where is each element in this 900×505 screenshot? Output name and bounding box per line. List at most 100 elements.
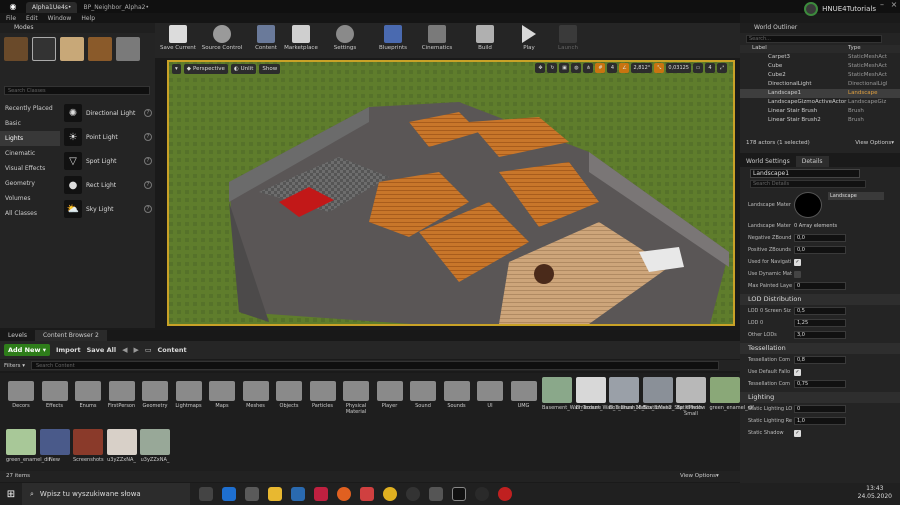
folder-item[interactable]: Sounds: [442, 377, 472, 409]
save-all-button[interactable]: Save All: [87, 346, 116, 354]
mail-icon[interactable]: [291, 487, 305, 501]
list-item[interactable]: ▽ Spot Light?: [62, 149, 152, 173]
checkbox-unchecked[interactable]: [794, 270, 801, 278]
grid-size-value[interactable]: 4: [607, 63, 618, 73]
settings-button[interactable]: Settings: [325, 23, 365, 58]
paint-mode-icon[interactable]: [32, 37, 56, 61]
file-explorer-icon[interactable]: [268, 487, 282, 501]
menu-help[interactable]: Help: [81, 15, 95, 22]
help-icon[interactable]: ?: [144, 157, 152, 165]
asset-item[interactable]: u3yZZxNA_: [140, 429, 170, 463]
minimize-icon[interactable]: –: [876, 0, 888, 12]
property-value[interactable]: 3,0: [794, 331, 846, 339]
checkbox-checked[interactable]: ✓: [794, 258, 801, 266]
add-new-button[interactable]: Add New ▾: [4, 344, 50, 356]
tab-world-settings[interactable]: World Settings: [740, 156, 796, 167]
app-icon[interactable]: [314, 487, 328, 501]
category-recently-placed[interactable]: Recently Placed: [0, 101, 60, 116]
chrome-icon[interactable]: [383, 487, 397, 501]
list-item[interactable]: ☀ Point Light?: [62, 125, 152, 149]
asset-item[interactable]: Box_Brush18_StaticMesh: [609, 377, 672, 411]
asset-item[interactable]: green_enamel_dif: [6, 429, 50, 463]
folder-item[interactable]: Effects: [40, 377, 70, 409]
surface-snap-icon[interactable]: ⋔: [583, 63, 594, 73]
filters-button[interactable]: Filters ▾: [4, 363, 25, 369]
translate-icon[interactable]: ✥: [535, 63, 546, 73]
folder-item[interactable]: Particles: [308, 377, 338, 409]
column-label[interactable]: Label: [752, 45, 848, 53]
landscape-mode-icon[interactable]: [60, 37, 84, 61]
firefox-icon[interactable]: [337, 487, 351, 501]
content-view-options[interactable]: View Options▾: [680, 471, 719, 482]
table-row[interactable]: Cube2 StaticMeshAct: [740, 71, 900, 80]
category-all-classes[interactable]: All Classes: [0, 206, 60, 221]
menu-window[interactable]: Window: [48, 15, 72, 22]
table-row[interactable]: Linear Stair Brush2 Brush: [740, 116, 900, 125]
content-button[interactable]: Content: [251, 23, 281, 58]
scale-icon[interactable]: ▣: [559, 63, 570, 73]
windows-start-icon[interactable]: ⊞: [0, 483, 22, 505]
category-lights[interactable]: Lights: [0, 131, 60, 146]
epic-launcher-icon[interactable]: [406, 487, 420, 501]
category-cinematic[interactable]: Cinematic: [0, 146, 60, 161]
store-icon[interactable]: [245, 487, 259, 501]
folder-item[interactable]: Meshes: [241, 377, 271, 409]
folder-item[interactable]: Player: [375, 377, 405, 409]
property-value[interactable]: 0,5: [794, 307, 846, 315]
rotation-snap-icon[interactable]: ∠: [619, 63, 630, 73]
record-icon[interactable]: [498, 487, 512, 501]
task-view-icon[interactable]: [199, 487, 213, 501]
table-row[interactable]: LandscapeGizmoActiveActor LandscapeGiz: [740, 98, 900, 107]
folder-item[interactable]: Enums: [73, 377, 103, 409]
menu-edit[interactable]: Edit: [26, 15, 38, 22]
system-clock[interactable]: 13:43 24.05.2020: [858, 485, 892, 501]
property-value[interactable]: 0,75: [794, 380, 846, 388]
list-item[interactable]: ● Rect Light?: [62, 173, 152, 197]
list-item[interactable]: ✺ Directional Light?: [62, 101, 152, 125]
category-basic[interactable]: Basic: [0, 116, 60, 131]
asset-item[interactable]: Screenshots: [73, 429, 104, 463]
launch-button[interactable]: Launch: [549, 23, 587, 58]
camera-speed-value[interactable]: 4: [705, 63, 715, 73]
section-lod[interactable]: LOD Distribution: [740, 294, 900, 305]
folder-item[interactable]: Physical Material: [341, 377, 371, 415]
folder-item[interactable]: Geometry: [140, 377, 170, 409]
foliage-mode-icon[interactable]: [88, 37, 112, 61]
history-forward-icon[interactable]: ▶: [133, 346, 138, 354]
unreal-engine-icon[interactable]: [475, 487, 489, 501]
import-button[interactable]: Import: [56, 346, 81, 354]
rotation-snap-value[interactable]: 2,812°: [631, 63, 653, 73]
search-classes-input[interactable]: Search Classes: [4, 86, 150, 95]
help-icon[interactable]: ?: [144, 109, 152, 117]
checkbox-checked[interactable]: ✓: [794, 368, 801, 376]
folder-item[interactable]: UI: [475, 377, 505, 409]
source-control-button[interactable]: Source Control: [199, 23, 245, 58]
checkbox-checked[interactable]: ✓: [794, 429, 801, 437]
folder-item[interactable]: Maps: [207, 377, 237, 409]
grid-snap-icon[interactable]: #: [595, 63, 606, 73]
content-search-input[interactable]: Search Content: [31, 361, 719, 370]
marketplace-button[interactable]: Marketplace: [281, 23, 321, 58]
folder-item[interactable]: UMG: [509, 377, 539, 409]
actor-name-field[interactable]: Landscape1: [750, 169, 860, 178]
play-button[interactable]: Play: [509, 23, 549, 58]
view-mode-button[interactable]: ◐ Unlit: [230, 64, 257, 74]
property-value[interactable]: 0,0: [794, 246, 846, 254]
asset-item[interactable]: Box_Brush2_StaticMesh: [642, 377, 702, 411]
table-row[interactable]: Linear Stair Brush Brush: [740, 107, 900, 116]
viewport-menu-button[interactable]: ▾: [172, 64, 181, 74]
table-row[interactable]: DirectionalLight DirectionalLigl: [740, 80, 900, 89]
scale-snap-value[interactable]: 0,03125: [666, 63, 691, 73]
column-type[interactable]: Type: [848, 45, 861, 53]
category-visual-effects[interactable]: Visual Effects: [0, 161, 60, 176]
folder-item[interactable]: Lightmaps: [174, 377, 204, 409]
cinematics-button[interactable]: Cinematics: [415, 23, 459, 58]
tab-details[interactable]: Details: [795, 156, 829, 167]
folder-item[interactable]: FirstPerson: [107, 377, 137, 409]
tab-alpha1[interactable]: Alpha1Ue4s•: [26, 2, 78, 13]
property-value[interactable]: 0: [794, 405, 846, 413]
property-value[interactable]: 1,25: [794, 319, 846, 327]
table-row[interactable]: Carpet3 StaticMeshAct: [740, 53, 900, 62]
material-dropdown[interactable]: Landscape: [828, 192, 884, 200]
folder-item[interactable]: Sound: [408, 377, 438, 409]
